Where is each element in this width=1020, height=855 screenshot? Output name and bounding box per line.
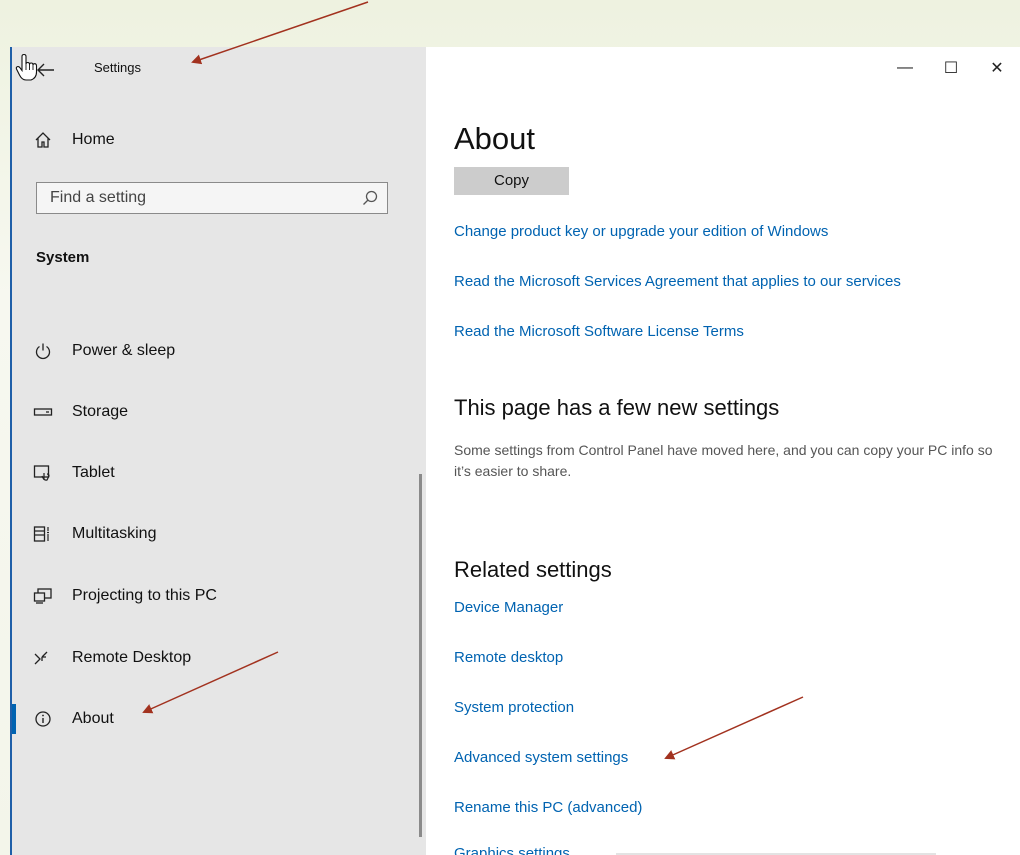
remote-desktop-icon xyxy=(32,647,54,669)
close-button[interactable]: ✕ xyxy=(974,53,1020,83)
close-icon: ✕ xyxy=(990,60,1004,77)
section-label-system: System xyxy=(36,249,90,266)
hand-cursor-icon xyxy=(15,53,38,81)
window-controls: — ☐ ✕ xyxy=(882,53,1020,83)
power-icon xyxy=(32,340,54,362)
nav-item-tablet[interactable]: Tablet xyxy=(32,456,412,490)
storage-icon xyxy=(32,401,54,423)
nav-item-storage[interactable]: Storage xyxy=(32,395,412,429)
nav-item-power-sleep[interactable]: Power & sleep xyxy=(32,334,412,368)
link-change-product-key[interactable]: Change product key or upgrade your editi… xyxy=(454,223,828,240)
link-remote-desktop[interactable]: Remote desktop xyxy=(454,649,563,666)
link-graphics-settings[interactable]: Graphics settings xyxy=(454,845,570,855)
new-settings-description: Some settings from Control Panel have mo… xyxy=(454,442,993,479)
link-system-protection[interactable]: System protection xyxy=(454,699,574,716)
window-title: Settings xyxy=(94,60,141,75)
nav-item-label: Remote Desktop xyxy=(72,649,192,666)
nav-item-label: Multitasking xyxy=(72,525,157,542)
nav-item-label: About xyxy=(72,710,114,727)
home-icon xyxy=(32,129,54,151)
tablet-icon xyxy=(32,462,54,484)
nav-item-remote-desktop[interactable]: Remote Desktop xyxy=(32,641,412,675)
nav-item-projecting[interactable]: Projecting to this PC xyxy=(32,579,412,613)
page-title: About xyxy=(454,121,536,156)
selected-indicator xyxy=(12,704,16,734)
settings-window: Settings Home System xyxy=(10,47,1020,855)
heading-related-settings: Related settings xyxy=(454,557,612,582)
heading-new-settings: This page has a few new settings xyxy=(454,395,780,420)
link-advanced-system-settings[interactable]: Advanced system settings xyxy=(454,749,628,766)
info-icon xyxy=(32,708,54,730)
search-icon[interactable] xyxy=(361,189,379,207)
search-box[interactable] xyxy=(36,182,388,214)
nav-item-label: Power & sleep xyxy=(72,342,176,359)
nav-item-label: Storage xyxy=(72,403,129,420)
sidebar-scrollbar[interactable] xyxy=(419,474,422,837)
maximize-icon: ☐ xyxy=(943,60,959,77)
minimize-icon: — xyxy=(897,59,913,76)
nav-item-label: Projecting to this PC xyxy=(72,587,217,604)
link-license-terms[interactable]: Read the Microsoft Software License Term… xyxy=(454,323,744,340)
nav-item-about[interactable]: About xyxy=(32,702,412,736)
copy-button[interactable]: Copy xyxy=(454,167,569,195)
maximize-button[interactable]: ☐ xyxy=(928,53,974,83)
minimize-button[interactable]: — xyxy=(882,53,928,83)
nav-home[interactable]: Home xyxy=(32,125,412,155)
link-rename-pc[interactable]: Rename this PC (advanced) xyxy=(454,799,642,816)
nav-item-multitasking[interactable]: Multitasking xyxy=(32,517,412,551)
nav-home-label: Home xyxy=(72,131,115,148)
nav-item-label: Tablet xyxy=(72,464,115,481)
link-services-agreement[interactable]: Read the Microsoft Services Agreement th… xyxy=(454,273,901,290)
multitasking-icon xyxy=(32,523,54,545)
sidebar: Settings Home System xyxy=(12,47,426,855)
link-device-manager[interactable]: Device Manager xyxy=(454,599,563,616)
search-input[interactable] xyxy=(37,183,353,213)
projecting-icon xyxy=(32,585,54,607)
content-pane: — ☐ ✕ About Copy Change product key or u… xyxy=(426,47,1020,855)
